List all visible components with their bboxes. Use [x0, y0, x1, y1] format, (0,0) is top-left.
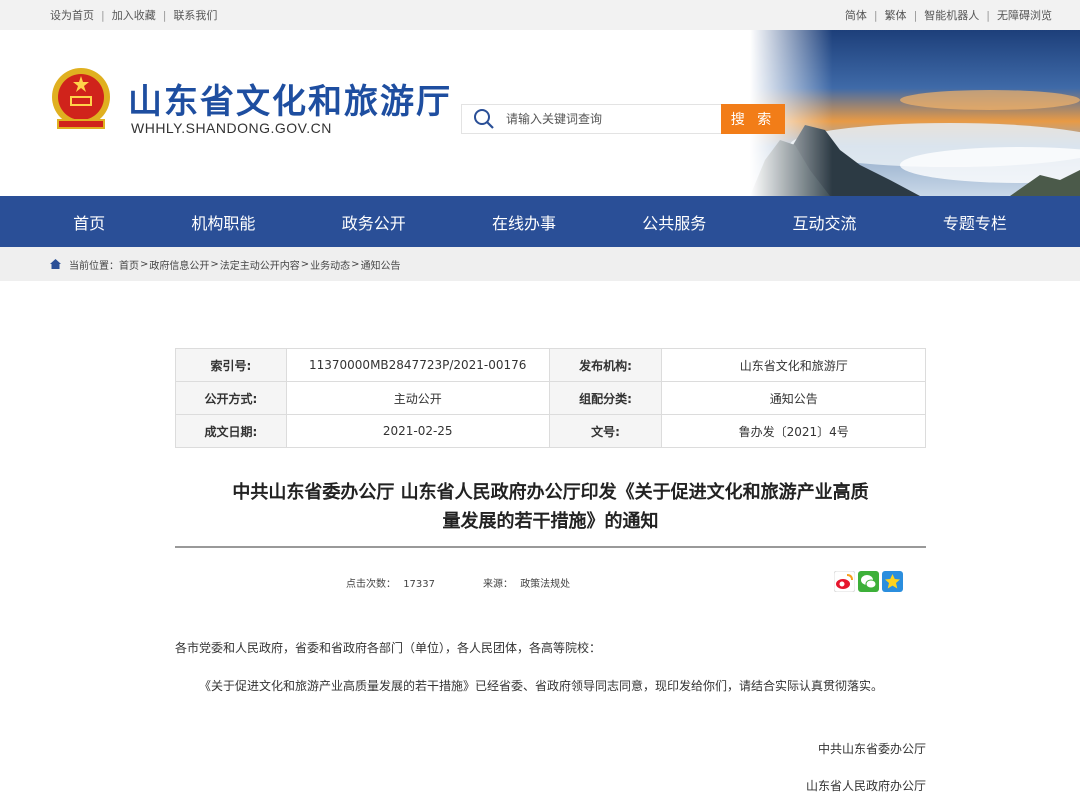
divider: |: [873, 8, 878, 22]
category-value: 通知公告: [661, 381, 926, 415]
publisher-value: 山东省文化和旅游厅: [661, 348, 926, 382]
table-row: 索引号: 11370000MB2847723P/2021-00176 发布机构:…: [175, 348, 926, 382]
divider: |: [913, 8, 918, 22]
table-row: 公开方式: 主动公开 组配分类: 通知公告: [175, 381, 926, 415]
search-button[interactable]: 搜 索: [721, 104, 785, 134]
share-buttons: [834, 571, 903, 592]
body-paragraph: 《关于促进文化和旅游产业高质量发展的若干措施》已经省委、省政府领导同志同意，现印…: [199, 679, 884, 693]
qzone-icon[interactable]: [882, 571, 903, 592]
nav-online-service[interactable]: 在线办事: [478, 210, 570, 234]
nav-organization[interactable]: 机构职能: [177, 210, 269, 234]
contact-us-link[interactable]: 联系我们: [173, 7, 217, 23]
index-label: 索引号:: [175, 348, 287, 382]
category-label: 组配分类:: [548, 381, 663, 415]
breadcrumb-business[interactable]: 业务动态: [310, 257, 350, 272]
table-row: 成文日期: 2021-02-25 文号: 鲁办发〔2021〕4号: [175, 414, 926, 448]
document-meta-table: 索引号: 11370000MB2847723P/2021-00176 发布机构:…: [175, 348, 926, 448]
source-value: 政策法规处: [520, 579, 571, 590]
nav-public-service[interactable]: 公共服务: [628, 210, 720, 234]
open-mode-label: 公开方式:: [175, 381, 287, 415]
publisher-label: 发布机构:: [548, 348, 663, 382]
nav-interaction[interactable]: 互动交流: [779, 210, 871, 234]
doc-number-label: 文号:: [548, 414, 663, 448]
date-value: 2021-02-25: [285, 414, 550, 448]
divider: |: [986, 8, 990, 22]
clicks-label: 点击次数：: [346, 579, 396, 590]
national-emblem-icon: [52, 68, 110, 129]
breadcrumb-sep: >: [140, 258, 149, 270]
breadcrumb-sep: >: [300, 258, 310, 270]
breadcrumb-prefix: 当前位置：: [69, 260, 119, 272]
site-domain: WHHLY.SHANDONG.GOV.CN: [131, 120, 332, 136]
home-icon: [50, 259, 61, 269]
site-header: 山东省文化和旅游厅 WHHLY.SHANDONG.GOV.CN 搜 索: [0, 30, 1080, 196]
breadcrumb-home[interactable]: 首页: [119, 257, 139, 272]
nav-home[interactable]: 首页: [59, 210, 119, 234]
breadcrumb-gov-info[interactable]: 政府信息公开: [149, 257, 209, 272]
index-value: 11370000MB2847723P/2021-00176: [285, 348, 550, 382]
wechat-icon[interactable]: [858, 571, 879, 592]
signature-gov-office: 山东省人民政府办公厅: [805, 779, 926, 793]
top-left-links: 设为首页 | 加入收藏 | 联系我们: [50, 7, 217, 23]
robot-link[interactable]: 智能机器人: [924, 7, 979, 23]
add-favorite-link[interactable]: 加入收藏: [112, 7, 156, 23]
weibo-icon[interactable]: [834, 571, 855, 592]
search-box: 搜 索: [461, 104, 785, 134]
open-mode-value: 主动公开: [285, 381, 550, 415]
signature-party-office: 中共山东省委办公厅: [817, 742, 926, 756]
top-utility-bar: 设为首页 | 加入收藏 | 联系我们 简体 | 繁体 | 智能机器人 | 无障碍…: [0, 0, 1080, 30]
top-right-links: 简体 | 繁体 | 智能机器人 | 无障碍浏览: [845, 7, 1052, 23]
title-divider: [175, 546, 926, 548]
source-info: 来源： 政策法规处: [483, 575, 570, 590]
breadcrumb-statutory[interactable]: 法定主动公开内容: [220, 257, 300, 272]
accessibility-link[interactable]: 无障碍浏览: [997, 7, 1052, 23]
breadcrumb: 当前位置： 首页 > 政府信息公开 > 法定主动公开内容 > 业务动态 > 通知公告: [0, 247, 1080, 281]
nav-gov-affairs[interactable]: 政务公开: [328, 210, 420, 234]
date-label: 成文日期:: [175, 414, 287, 448]
site-title: 山东省文化和旅游厅: [128, 82, 452, 122]
divider: |: [101, 8, 105, 22]
search-input[interactable]: [506, 112, 721, 126]
set-homepage-link[interactable]: 设为首页: [50, 7, 94, 23]
header-scenery-image: [750, 30, 1080, 196]
divider: |: [162, 8, 167, 22]
traditional-link[interactable]: 繁体: [885, 7, 907, 23]
search-icon: [462, 105, 506, 133]
simplified-link[interactable]: 简体: [845, 7, 867, 23]
article-title: 中共山东省委办公厅 山东省人民政府办公厅印发《关于促进文化和旅游产业高质 量发展…: [175, 478, 926, 536]
article-title-line2: 量发展的若干措施》的通知: [442, 511, 659, 532]
source-label: 来源：: [483, 579, 513, 590]
breadcrumb-notices[interactable]: 通知公告: [361, 257, 401, 272]
nav-special-topics[interactable]: 专题专栏: [929, 210, 1021, 234]
main-nav: 首页 机构职能 政务公开 在线办事 公共服务 互动交流 专题专栏: [0, 196, 1080, 247]
breadcrumb-sep: >: [351, 258, 360, 270]
clicks-value: 17337: [403, 579, 435, 590]
breadcrumb-sep: >: [210, 258, 219, 270]
click-count: 点击次数： 17337: [346, 575, 435, 590]
article-title-line1: 中共山东省委办公厅 山东省人民政府办公厅印发《关于促进文化和旅游产业高质: [232, 482, 869, 503]
salutation: 各市党委和人民政府，省委和省政府各部门（单位），各人民团体，各高等院校：: [175, 641, 602, 655]
doc-number-value: 鲁办发〔2021〕4号: [661, 414, 926, 448]
